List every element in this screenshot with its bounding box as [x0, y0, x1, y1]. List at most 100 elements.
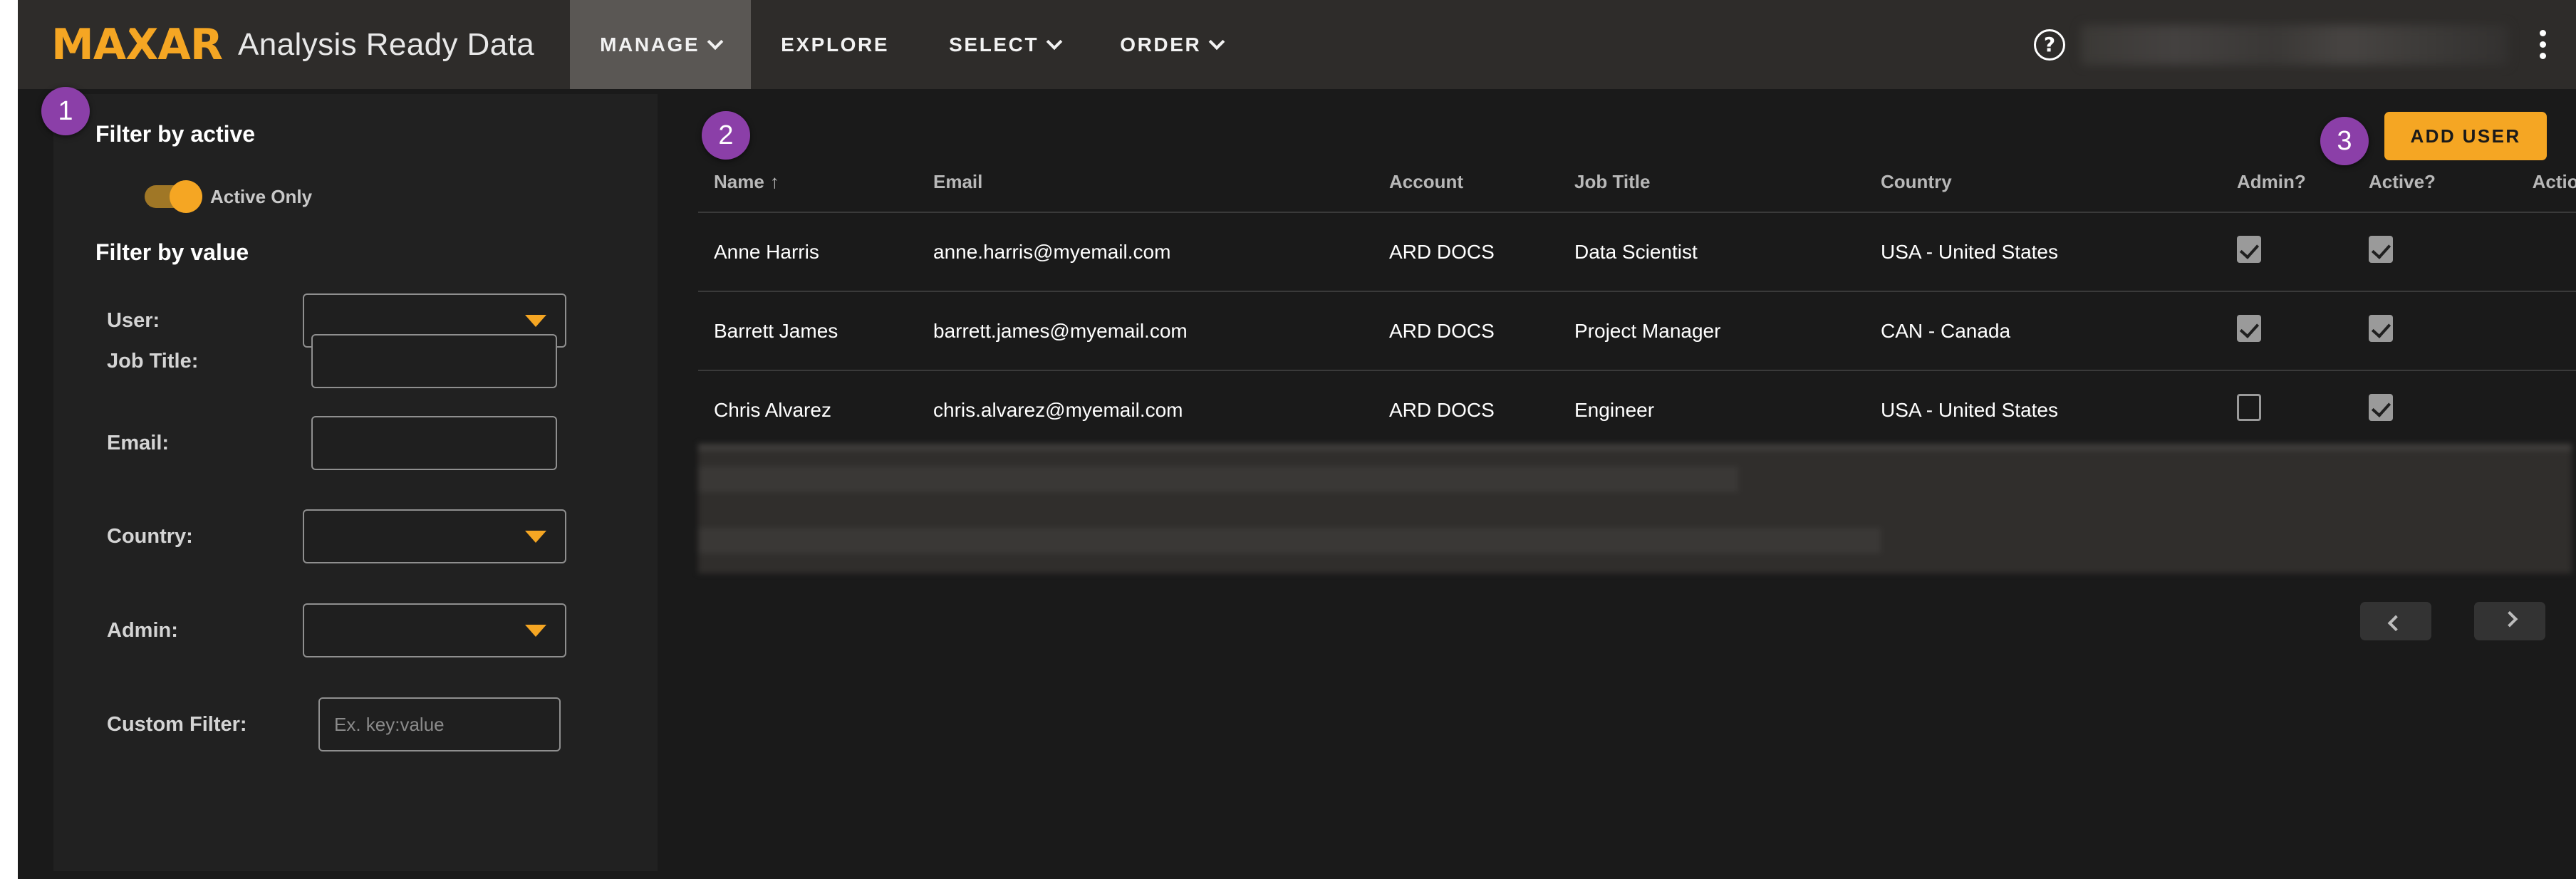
field-row-job-title: Job Title:: [53, 334, 658, 388]
app-root: MAXAR Analysis Ready Data MANAGE EXPLORE…: [18, 0, 2576, 879]
cell-admin: [2237, 212, 2369, 291]
nav-item-select[interactable]: SELECT: [919, 0, 1090, 89]
nav-item-manage[interactable]: MANAGE: [570, 0, 752, 89]
cell-country: USA - United States: [1881, 212, 2237, 291]
table-row[interactable]: Barrett James barrett.james@myemail.com …: [698, 291, 2576, 370]
cell-admin: [2237, 370, 2369, 449]
cell-email: barrett.james@myemail.com: [933, 291, 1389, 370]
product-name: Analysis Ready Data: [238, 26, 535, 62]
annotation-badge-3: 3: [2320, 117, 2369, 165]
active-only-toggle[interactable]: [145, 180, 202, 213]
user-account-redacted[interactable]: [2081, 24, 2508, 65]
admin-checkbox[interactable]: [2237, 236, 2261, 263]
annotation-badge-1: 1: [41, 87, 90, 135]
field-row-country: Country:: [53, 509, 658, 563]
cell-name: Barrett James: [698, 291, 933, 370]
table-header-row: Name ↑ Email Account Job Title Country Ad…: [698, 142, 2576, 212]
admin-checkbox[interactable]: [2237, 315, 2261, 342]
custom-filter-placeholder: Ex. key:value: [334, 713, 445, 735]
email-input[interactable]: [311, 416, 557, 470]
chevron-down-icon: [1209, 33, 1225, 50]
sort-ascending-icon: ↑: [769, 171, 779, 192]
users-table-body: Anne Harris anne.harris@myemail.com ARD …: [698, 212, 2576, 449]
cell-actions: [2500, 291, 2576, 370]
job-title-label: Job Title:: [107, 349, 199, 373]
cell-email: anne.harris@myemail.com: [933, 212, 1389, 291]
cell-name: Chris Alvarez: [698, 370, 933, 449]
cell-account: ARD DOCS: [1389, 212, 1574, 291]
table-row[interactable]: Chris Alvarez chris.alvarez@myemail.com …: [698, 370, 2576, 449]
chevron-down-icon: [525, 624, 546, 637]
cell-active: [2369, 291, 2500, 370]
active-checkbox[interactable]: [2369, 315, 2393, 342]
maxar-logo-text: MAXAR: [51, 19, 223, 70]
column-header-job-title[interactable]: Job Title: [1574, 142, 1881, 212]
skeleton-bar: [698, 528, 1881, 553]
custom-filter-input[interactable]: Ex. key:value: [318, 697, 561, 751]
loading-skeleton-rows: [698, 444, 2572, 573]
cell-job-title: Data Scientist: [1574, 212, 1881, 291]
country-label: Country:: [107, 524, 193, 548]
nav-items: MANAGE EXPLORE SELECT ORDER: [570, 0, 1252, 89]
filters-sidebar: Filter by active Active Only Filter by v…: [53, 94, 658, 871]
column-header-account[interactable]: Account: [1389, 142, 1574, 212]
cell-job-title: Project Manager: [1574, 291, 1881, 370]
nav-item-order-label: ORDER: [1120, 33, 1202, 56]
maxar-logo: MAXAR: [51, 24, 223, 66]
field-row-email: Email:: [53, 416, 658, 470]
nav-item-select-label: SELECT: [949, 33, 1039, 56]
cell-account: ARD DOCS: [1389, 370, 1574, 449]
active-only-label: Active Only: [210, 185, 313, 207]
pagination-previous-button[interactable]: [2360, 602, 2431, 640]
table-row[interactable]: Anne Harris anne.harris@myemail.com ARD …: [698, 212, 2576, 291]
toggle-knob: [170, 180, 202, 213]
cell-name: Anne Harris: [698, 212, 933, 291]
add-user-button[interactable]: ADD USER: [2384, 112, 2547, 160]
nav-item-manage-label: MANAGE: [600, 33, 700, 56]
cell-active: [2369, 370, 2500, 449]
cell-actions: [2500, 212, 2576, 291]
skeleton-bar: [698, 467, 1738, 492]
cell-actions: [2500, 370, 2576, 449]
cell-job-title: Engineer: [1574, 370, 1881, 449]
cell-admin: [2237, 291, 2369, 370]
brand-logo-area: MAXAR Analysis Ready Data: [18, 0, 534, 89]
admin-select[interactable]: [303, 603, 566, 657]
chevron-down-icon: [525, 314, 546, 327]
help-question-icon[interactable]: ?: [2034, 28, 2065, 61]
column-header-country[interactable]: Country: [1881, 142, 2237, 212]
nav-item-order[interactable]: ORDER: [1090, 0, 1252, 89]
filter-by-value-heading: Filter by value: [95, 239, 249, 265]
pagination-next-button[interactable]: [2474, 602, 2545, 640]
chevron-down-icon: [525, 530, 546, 543]
nav-item-explore[interactable]: EXPLORE: [751, 0, 919, 89]
active-only-toggle-row: Active Only: [145, 180, 313, 213]
nav-item-explore-label: EXPLORE: [781, 33, 890, 56]
email-label: Email:: [107, 431, 170, 454]
cell-country: CAN - Canada: [1881, 291, 2237, 370]
annotation-badge-2: 2: [702, 111, 750, 160]
cell-email: chris.alvarez@myemail.com: [933, 370, 1389, 449]
field-row-admin: Admin:: [53, 603, 658, 657]
chevron-left-icon: [2387, 615, 2404, 632]
country-select[interactable]: [303, 509, 566, 563]
users-table-head: Name ↑ Email Account Job Title Country Ad…: [698, 142, 2576, 212]
field-row-custom-filter: Custom Filter: Ex. key:value: [53, 697, 658, 751]
user-label: User:: [107, 308, 160, 332]
custom-filter-label: Custom Filter:: [107, 712, 247, 736]
job-title-input[interactable]: [311, 334, 557, 388]
top-navigation-bar: MAXAR Analysis Ready Data MANAGE EXPLORE…: [18, 0, 2576, 89]
cell-country: USA - United States: [1881, 370, 2237, 449]
pagination-controls: [2360, 602, 2545, 640]
users-table: Name ↑ Email Account Job Title Country Ad…: [698, 142, 2576, 449]
column-header-email[interactable]: Email: [933, 142, 1389, 212]
column-header-name-label: Name: [714, 171, 764, 192]
admin-checkbox[interactable]: [2237, 394, 2261, 421]
chevron-down-icon: [1046, 33, 1063, 50]
active-checkbox[interactable]: [2369, 394, 2393, 421]
chevron-right-icon: [2501, 610, 2518, 628]
users-table-container: Name ↑ Email Account Job Title Country Ad…: [698, 142, 2576, 449]
active-checkbox[interactable]: [2369, 236, 2393, 263]
kebab-menu-icon[interactable]: [2531, 24, 2555, 65]
cell-account: ARD DOCS: [1389, 291, 1574, 370]
